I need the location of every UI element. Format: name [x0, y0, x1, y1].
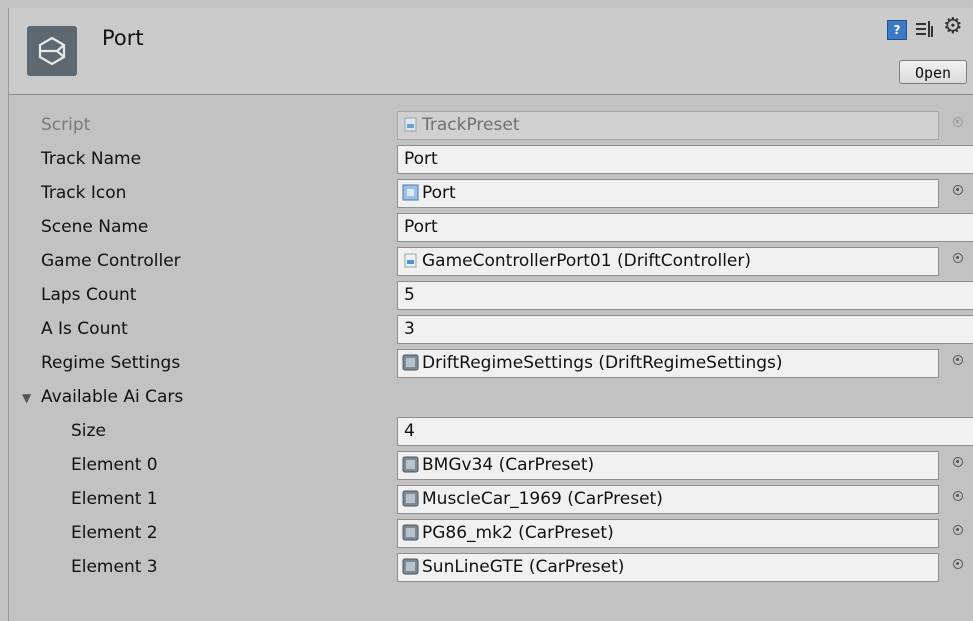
object-picker-icon[interactable]: [953, 457, 963, 467]
object-picker-icon[interactable]: [953, 491, 963, 501]
asset-icon: [402, 523, 419, 541]
gear-icon[interactable]: ⚙: [943, 16, 963, 38]
field-row-size: Size 4: [9, 415, 973, 449]
array-element-row: Element 0 BMGv34 (CarPreset): [9, 449, 973, 483]
field-row-track-name: Track Name Port: [9, 143, 973, 177]
asset-icon: [402, 557, 419, 575]
field-label-track-name: Track Name: [41, 149, 142, 169]
field-row-laps-count: Laps Count 5: [9, 279, 973, 313]
script-value: TrackPreset: [422, 115, 520, 135]
element-1-value: MuscleCar_1969 (CarPreset): [422, 489, 663, 509]
array-element-row: Element 2 PG86_mk2 (CarPreset): [9, 517, 973, 551]
preset-icon[interactable]: [914, 18, 936, 40]
field-label-track-icon: Track Icon: [41, 183, 127, 203]
game-controller-value: GameControllerPort01 (DriftController): [422, 251, 752, 271]
asset-icon: [402, 489, 419, 507]
foldout-available-ai-cars[interactable]: ▼ Available Ai Cars: [9, 381, 973, 415]
help-icon[interactable]: ?: [887, 20, 907, 40]
field-row-script: Script TrackPreset: [9, 109, 973, 143]
regime-settings-field[interactable]: DriftRegimeSettings (DriftRegimeSettings…: [397, 349, 939, 378]
field-label-regime-settings: Regime Settings: [41, 353, 181, 373]
laps-count-input[interactable]: 5: [397, 281, 973, 310]
regime-settings-value: DriftRegimeSettings (DriftRegimeSettings…: [422, 353, 783, 373]
ais-count-input[interactable]: 3: [397, 315, 973, 344]
element-3-value: SunLineGTE (CarPreset): [422, 557, 625, 577]
track-icon-field[interactable]: Port: [397, 179, 939, 208]
script-icon: [402, 251, 419, 268]
object-picker-icon[interactable]: [953, 185, 963, 195]
field-label-scene-name: Scene Name: [41, 217, 149, 237]
object-picker-icon[interactable]: [953, 525, 963, 535]
field-row-scene-name: Scene Name Port: [9, 211, 973, 245]
element-3-field[interactable]: SunLineGTE (CarPreset): [397, 553, 939, 582]
element-2-value: PG86_mk2 (CarPreset): [422, 523, 614, 543]
script-field: TrackPreset: [397, 111, 939, 140]
object-picker-icon: [953, 117, 963, 127]
object-picker-icon[interactable]: [953, 559, 963, 569]
track-icon-value: Port: [422, 183, 456, 203]
game-controller-field[interactable]: GameControllerPort01 (DriftController): [397, 247, 939, 276]
field-label-laps-count: Laps Count: [41, 285, 137, 305]
element-label: Element 3: [71, 557, 158, 577]
inspector-header: Port ? ⚙ Open: [9, 8, 973, 95]
field-row-regime-settings: Regime Settings DriftRegimeSettings (Dri…: [9, 347, 973, 381]
array-size-input[interactable]: 4: [397, 417, 973, 446]
object-picker-icon[interactable]: [953, 355, 963, 365]
asset-icon: [402, 455, 419, 473]
element-label: Element 1: [71, 489, 158, 509]
track-name-input[interactable]: Port: [397, 145, 973, 174]
element-2-field[interactable]: PG86_mk2 (CarPreset): [397, 519, 939, 548]
asset-title: Port: [102, 26, 144, 50]
open-button[interactable]: Open: [899, 60, 967, 84]
inspector-panel: Port ? ⚙ Open Script TrackPreset Track N…: [8, 8, 973, 621]
object-picker-icon[interactable]: [953, 253, 963, 263]
foldout-label[interactable]: Available Ai Cars: [41, 387, 183, 407]
scene-name-input[interactable]: Port: [397, 213, 973, 242]
script-icon: [402, 115, 419, 132]
field-label-game-controller: Game Controller: [41, 251, 181, 271]
field-row-ais-count: A Is Count 3: [9, 313, 973, 347]
element-label: Element 2: [71, 523, 158, 543]
element-1-field[interactable]: MuscleCar_1969 (CarPreset): [397, 485, 939, 514]
field-label-script: Script: [41, 115, 91, 135]
element-0-field[interactable]: BMGv34 (CarPreset): [397, 451, 939, 480]
foldout-expanded-icon[interactable]: ▼: [22, 391, 31, 405]
array-element-row: Element 3 SunLineGTE (CarPreset): [9, 551, 973, 585]
field-row-game-controller: Game Controller GameControllerPort01 (Dr…: [9, 245, 973, 279]
array-element-row: Element 1 MuscleCar_1969 (CarPreset): [9, 483, 973, 517]
element-label: Element 0: [71, 455, 158, 475]
property-list: Script TrackPreset Track Name Port Track…: [9, 109, 973, 585]
field-label-ais-count: A Is Count: [41, 319, 128, 339]
sprite-icon: [402, 183, 419, 201]
asset-icon: [402, 353, 419, 371]
field-row-track-icon: Track Icon Port: [9, 177, 973, 211]
unity-logo-icon: [27, 26, 77, 76]
field-label-size: Size: [71, 421, 106, 441]
element-0-value: BMGv34 (CarPreset): [422, 455, 595, 475]
